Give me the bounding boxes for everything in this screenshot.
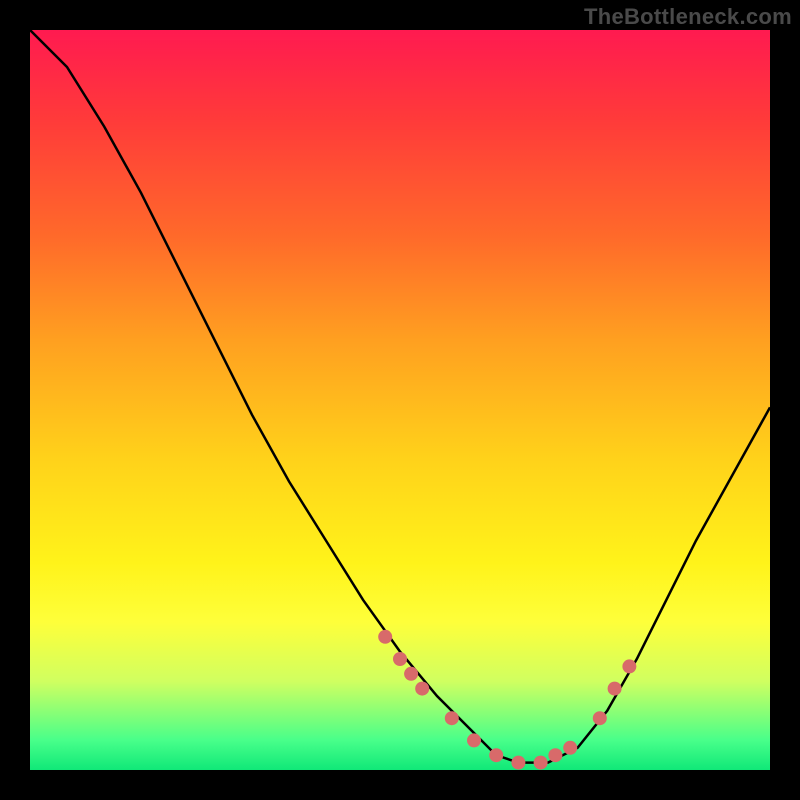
highlight-dot bbox=[404, 667, 418, 681]
highlight-dot bbox=[622, 659, 636, 673]
highlight-dot bbox=[511, 756, 525, 770]
highlight-dot bbox=[608, 682, 622, 696]
highlight-dot bbox=[534, 756, 548, 770]
chart-frame: TheBottleneck.com bbox=[0, 0, 800, 800]
curve-svg bbox=[30, 30, 770, 770]
highlight-dot bbox=[548, 748, 562, 762]
highlight-dot bbox=[378, 630, 392, 644]
highlight-dot bbox=[445, 711, 459, 725]
highlight-dot bbox=[467, 733, 481, 747]
plot-area bbox=[30, 30, 770, 770]
highlight-dot bbox=[563, 741, 577, 755]
highlight-dot bbox=[489, 748, 503, 762]
highlight-dot bbox=[415, 682, 429, 696]
highlight-dot bbox=[393, 652, 407, 666]
highlight-dot bbox=[593, 711, 607, 725]
highlight-dots bbox=[378, 630, 636, 770]
watermark-text: TheBottleneck.com bbox=[584, 4, 792, 30]
